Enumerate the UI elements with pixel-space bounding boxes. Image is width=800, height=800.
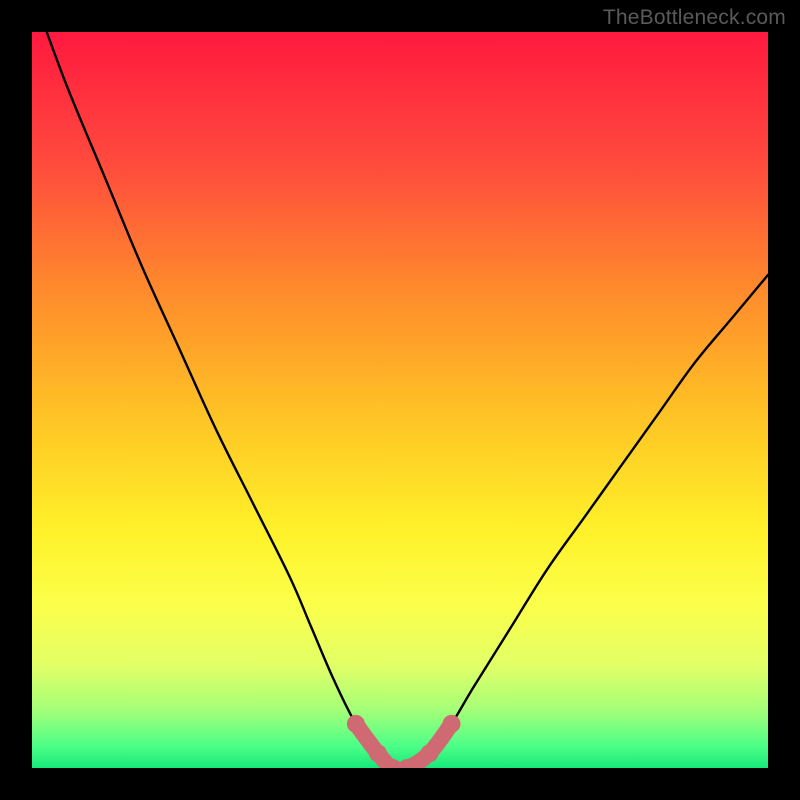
plot-area <box>32 32 768 768</box>
watermark-label: TheBottleneck.com <box>603 6 786 30</box>
optimal-point-dot <box>443 715 461 733</box>
optimal-point-dot <box>369 744 387 762</box>
bottleneck-curve <box>47 32 768 768</box>
optimal-point-dot <box>347 715 365 733</box>
chart-frame: TheBottleneck.com <box>0 0 800 800</box>
optimal-point-dot <box>420 744 438 762</box>
bottleneck-curve-svg <box>32 32 768 768</box>
